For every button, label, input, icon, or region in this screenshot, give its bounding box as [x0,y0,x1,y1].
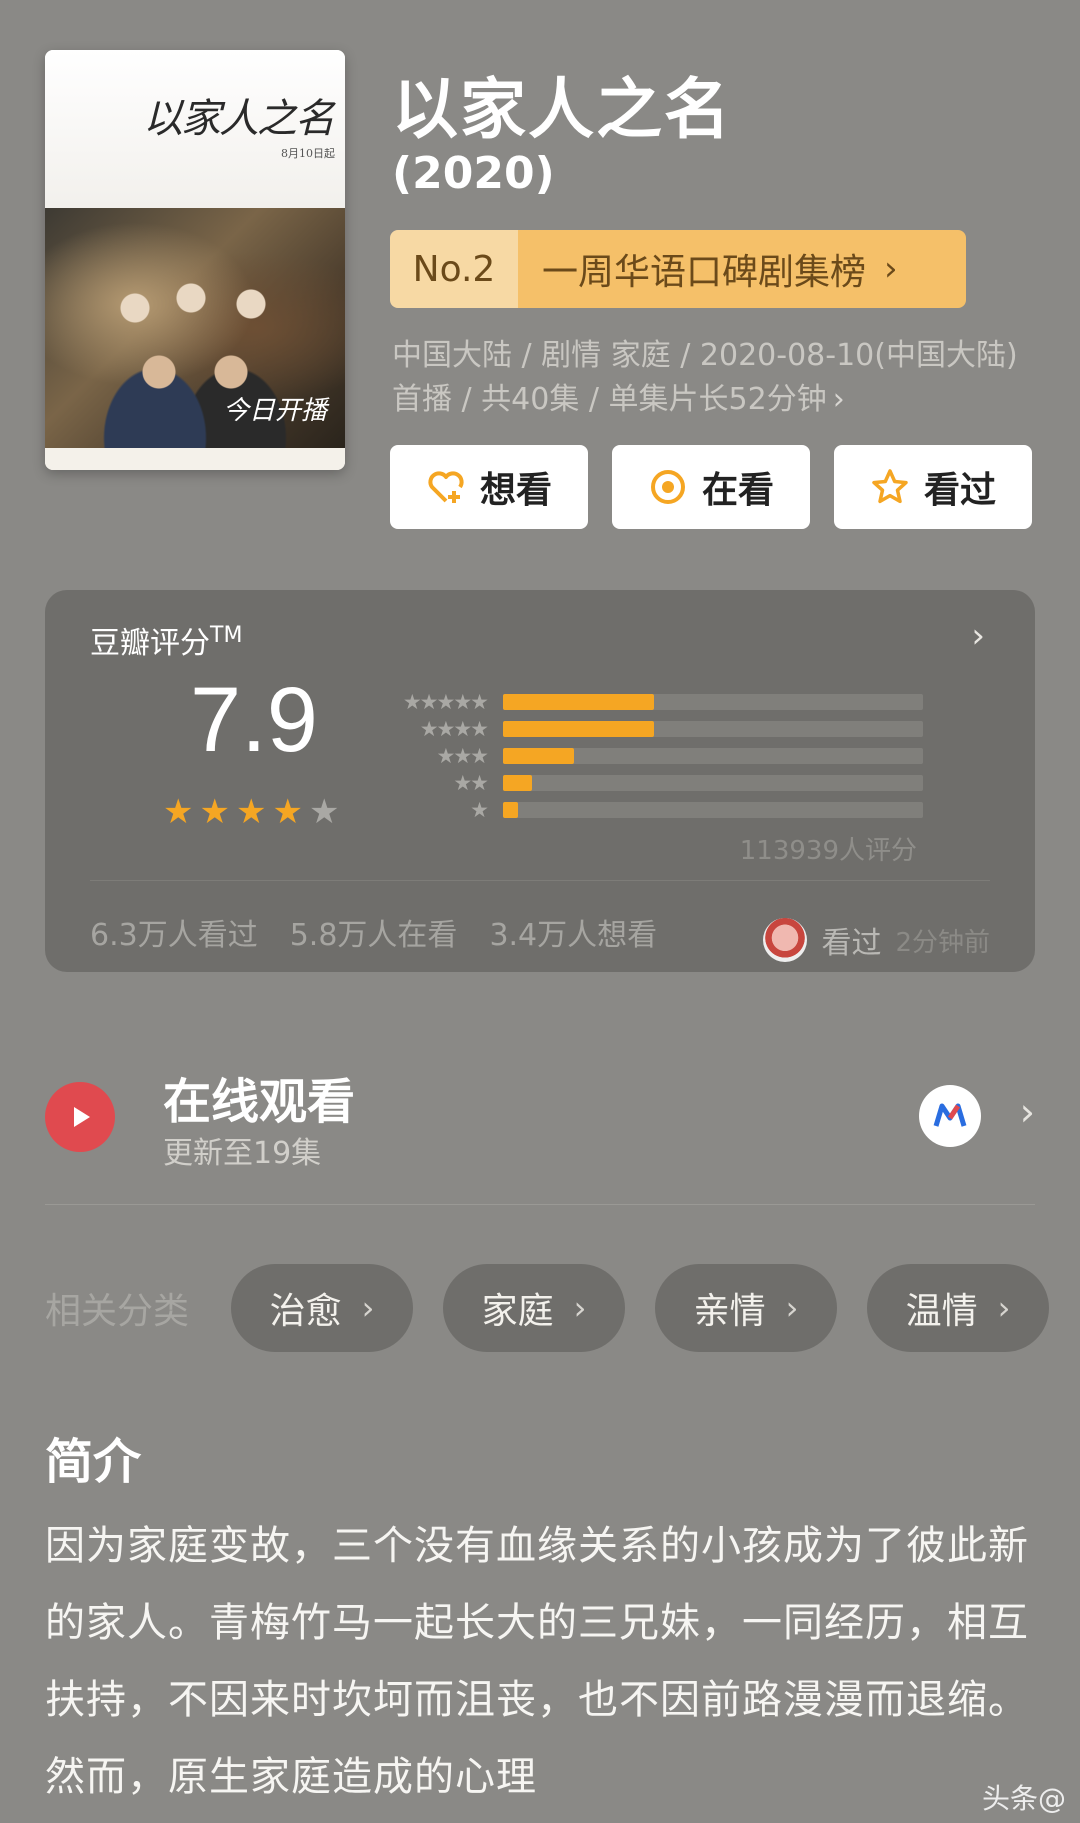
poster-header-area: 以家人之名 8月10日起 [45,50,345,208]
distribution-stars-icon: ★★★ [436,743,489,768]
want-to-watch-button[interactable]: 想看 [390,445,588,529]
distribution-bar [503,720,655,737]
divider [90,880,990,881]
divider [45,1204,1035,1205]
rating-title: 豆瓣评分TM [90,618,242,662]
poster-footer [45,448,345,470]
category-chip-warmth[interactable]: 温情 › [867,1264,1049,1352]
distribution-bar [503,693,655,710]
chevron-right-icon: › [832,382,845,417]
recent-action: 看过 [821,926,882,961]
rating-stars: ★ ★ ★ ★ ★ [163,795,339,829]
distribution-stars-icon: ★★ [453,770,489,795]
chevron-right-icon: › [573,1289,587,1327]
drama-title: 以家人之名 [392,71,732,148]
poster-title-art: 以家人之名 [143,96,335,142]
action-buttons: 想看 在看 看过 [390,445,1032,529]
category-label: 家庭 [481,1291,554,1332]
rating-score: 7.9 [190,669,318,771]
distribution-track [503,747,923,764]
distribution-bar [503,801,518,818]
rank-list-label: 一周华语口碑剧集榜 › [518,230,966,308]
drama-poster[interactable]: 以家人之名 8月10日起 今日开播 [45,50,345,470]
online-watch-subtitle: 更新至19集 [163,1136,322,1171]
rank-number: No.2 [390,230,518,308]
synopsis-text: 因为家庭变故，三个没有血缘关系的小孩成为了彼此新的家人。青梅竹马一起长大的三兄妹… [45,1523,1029,1800]
categories-label: 相关分类 [45,1291,190,1332]
category-label: 温情 [905,1291,978,1332]
rank-badge[interactable]: No.2 一周华语口碑剧集榜 › [390,230,966,308]
drama-meta-info[interactable]: 中国大陆 / 剧情 家庭 / 2020-08-10(中国大陆)首播 / 共40集… [392,334,1022,422]
category-chip-kinship[interactable]: 亲情 › [655,1264,837,1352]
rank-list-text: 一周华语口碑剧集榜 [542,252,867,293]
distribution-track [503,693,923,710]
avatar [763,918,808,962]
distribution-row: ★★★ [375,742,923,769]
category-label: 亲情 [693,1291,766,1332]
online-watch-title: 在线观看 [163,1074,356,1130]
distribution-row: ★★★★ [375,715,923,742]
watched-button[interactable]: 看过 [834,445,1032,529]
chevron-right-icon: › [361,1289,375,1327]
rating-stats: 6.3万人看过 5.8万人在看 3.4万人想看 [90,910,657,954]
watching-button[interactable]: 在看 [612,445,810,529]
watching-label: 在看 [701,470,774,511]
distribution-bar [503,774,533,791]
distribution-track [503,774,923,791]
poster-date-art: 8月10日起 [281,147,335,160]
trademark-mark: TM [210,623,243,648]
star-filled-icon: ★ [235,792,267,832]
rating-title-text: 豆瓣评分 [90,626,210,661]
want-to-watch-label: 想看 [479,470,552,511]
watched-label: 看过 [923,470,996,511]
distribution-track [503,720,923,737]
online-watch-row[interactable]: 在线观看 更新至19集 › [45,1060,1035,1178]
chevron-right-icon: › [997,1289,1011,1327]
meta-text: 中国大陆 / 剧情 家庭 / 2020-08-10(中国大陆)首播 / 共40集… [392,338,1018,417]
stat-watched: 6.3万人看过 [90,918,258,953]
category-chip-healing[interactable]: 治愈 › [231,1264,413,1352]
distribution-row: ★★ [375,769,923,796]
poster-sign-art: 今日开播 [222,396,327,426]
synopsis-title: 简介 [45,1434,142,1490]
target-icon [648,467,688,507]
star-outline-icon [870,467,910,507]
recent-activity[interactable]: 看过 2分钟前 [763,918,990,962]
distribution-stars-icon: ★★★★ [419,716,489,741]
drama-year: (2020) [392,148,555,199]
play-icon [45,1082,115,1152]
star-empty-icon: ★ [308,792,340,832]
chevron-right-icon: › [884,249,898,289]
chevron-right-icon[interactable]: › [971,616,985,656]
star-filled-icon: ★ [199,792,230,832]
distribution-row: ★ [375,796,923,823]
related-categories: 相关分类 治愈 › 家庭 › 亲情 › 温情 › [45,1264,1079,1352]
category-label: 治愈 [269,1291,342,1332]
heart-plus-icon [426,467,466,507]
douban-rating-card[interactable]: 豆瓣评分TM › 7.9 ★ ★ ★ ★ ★ ★★★★★ ★★★★ ★★★ ★★ ★ 11393… [45,590,1035,972]
stat-want: 3.4万人想看 [489,918,658,953]
chevron-right-icon: › [785,1289,799,1327]
star-filled-icon: ★ [272,792,303,832]
distribution-track [503,801,923,818]
rating-distribution: ★★★★★ ★★★★ ★★★ ★★ ★ [375,688,923,823]
rating-count: 113939人评分 [739,836,917,866]
recent-time: 2分钟前 [895,927,990,958]
distribution-stars-icon: ★ [470,797,489,822]
chevron-right-icon: › [1019,1090,1035,1134]
distribution-stars-icon: ★★★★★ [402,689,489,714]
watermark: 头条@ [981,1782,1066,1815]
star-filled-icon: ★ [163,792,194,832]
distribution-row: ★★★★★ [375,688,923,715]
category-chip-family[interactable]: 家庭 › [443,1264,625,1352]
stat-watching: 5.8万人在看 [289,918,458,953]
video-platform-icon [919,1085,981,1147]
distribution-bar [503,747,575,764]
